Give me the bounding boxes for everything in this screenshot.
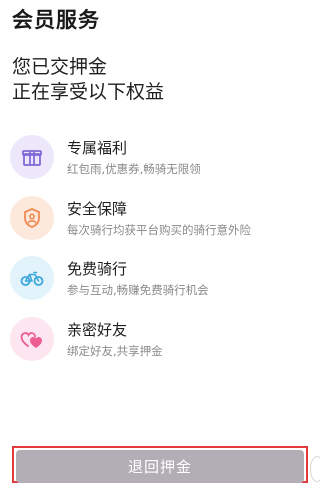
benefit-title: 安全保障 <box>67 200 128 218</box>
headline-line-1: 您已交押金 <box>12 56 108 78</box>
edge-decoration <box>310 456 320 482</box>
headline-line-2: 正在享受以下权益 <box>12 81 165 103</box>
shield-user-icon <box>10 196 54 240</box>
benefit-description: 红包雨,优惠券,畅骑无限领 <box>67 162 201 176</box>
benefit-item-safety: 安全保障 每次骑行均获平台购买的骑行意外险 <box>10 196 310 244</box>
benefit-title: 免费骑行 <box>67 260 128 278</box>
benefit-item-free-ride: 免费骑行 参与互动,畅赚免费骑行机会 <box>10 256 310 304</box>
deposit-status-headline: 您已交押金 正在享受以下权益 <box>12 55 164 105</box>
benefit-description: 参与互动,畅赚免费骑行机会 <box>67 283 209 297</box>
return-deposit-button[interactable]: 退回押金 <box>16 450 304 483</box>
benefit-title: 专属福利 <box>67 139 128 157</box>
page-title: 会员服务 <box>12 8 100 32</box>
hearts-icon <box>10 317 54 361</box>
benefit-item-exclusive-perks: 专属福利 红包雨,优惠券,畅骑无限领 <box>10 135 310 183</box>
gift-icon <box>10 135 54 179</box>
benefit-description: 绑定好友,共享押金 <box>67 344 163 358</box>
bicycle-icon <box>10 256 54 300</box>
benefit-title: 亲密好友 <box>67 321 128 339</box>
benefit-item-close-friends: 亲密好友 绑定好友,共享押金 <box>10 317 310 365</box>
benefit-description: 每次骑行均获平台购买的骑行意外险 <box>67 223 251 237</box>
return-deposit-highlight: 退回押金 <box>12 446 308 483</box>
